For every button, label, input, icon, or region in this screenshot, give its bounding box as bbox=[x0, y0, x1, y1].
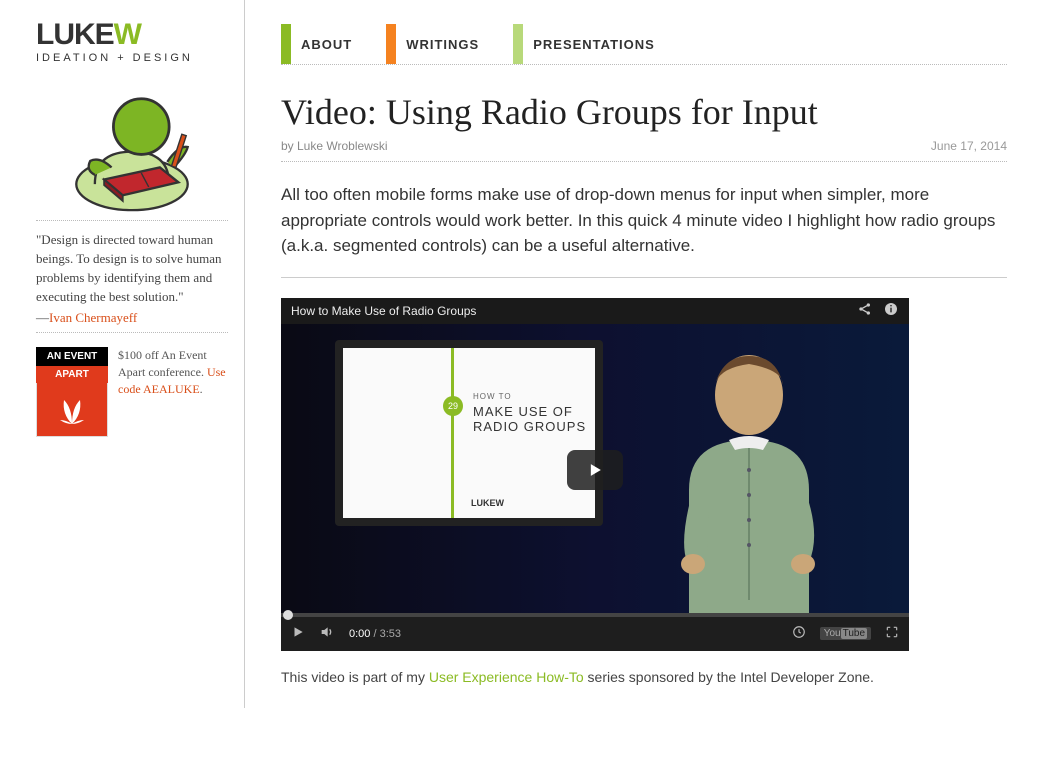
play-icon[interactable] bbox=[291, 625, 305, 642]
quote-author-link[interactable]: Ivan Chermayeff bbox=[49, 310, 137, 325]
volume-icon[interactable] bbox=[319, 624, 335, 643]
nav-bar-icon bbox=[386, 24, 396, 64]
page-title: Video: Using Radio Groups for Input bbox=[281, 91, 1007, 133]
progress-bar[interactable] bbox=[281, 613, 909, 617]
play-button[interactable] bbox=[567, 450, 623, 490]
video-controls: 0:00 / 3:53 YouTube bbox=[281, 617, 909, 651]
promo-badge[interactable]: AN EVENT APART bbox=[36, 347, 108, 437]
logo-tagline: IDEATION + DESIGN bbox=[36, 52, 228, 64]
mascot-illustration bbox=[36, 82, 228, 212]
promo-text: $100 off An Event Apart conference. Use … bbox=[118, 347, 228, 437]
video-caption: This video is part of my User Experience… bbox=[281, 667, 1007, 688]
presenter-figure bbox=[649, 340, 849, 617]
divider bbox=[36, 332, 228, 333]
nav-writings[interactable]: WRITINGS bbox=[386, 24, 479, 64]
logo-brand: LUKE bbox=[36, 18, 114, 51]
video-player: How to Make Use of Radio Groups 29 HOW T… bbox=[281, 298, 909, 651]
sidebar-quote: "Design is directed toward human beings.… bbox=[36, 231, 228, 306]
caption-link[interactable]: User Experience How-To bbox=[429, 669, 584, 685]
nav-about[interactable]: ABOUT bbox=[281, 24, 352, 64]
main-nav: ABOUT WRITINGS PRESENTATIONS bbox=[281, 24, 1007, 65]
quote-attribution: —Ivan Chermayeff bbox=[36, 310, 228, 326]
divider bbox=[36, 220, 228, 221]
logo-brand-w: W bbox=[114, 18, 141, 51]
fullscreen-icon[interactable] bbox=[885, 625, 899, 642]
watch-later-icon[interactable] bbox=[792, 625, 806, 642]
progress-knob[interactable] bbox=[283, 610, 293, 620]
byline: by Luke Wroblewski bbox=[281, 139, 388, 153]
video-stage[interactable]: 29 HOW TO MAKE USE OF RADIO GROUPS LUKEW bbox=[281, 324, 909, 617]
article-date: June 17, 2014 bbox=[931, 139, 1007, 153]
leaf-icon bbox=[36, 383, 108, 437]
nav-presentations[interactable]: PRESENTATIONS bbox=[513, 24, 655, 64]
nav-bar-icon bbox=[281, 24, 291, 64]
video-titlebar: How to Make Use of Radio Groups bbox=[281, 298, 909, 324]
byline-row: by Luke Wroblewski June 17, 2014 bbox=[281, 139, 1007, 162]
nav-bar-icon bbox=[513, 24, 523, 64]
video-title: How to Make Use of Radio Groups bbox=[291, 304, 476, 318]
site-logo[interactable]: LUKEW IDEATION + DESIGN bbox=[36, 20, 228, 64]
share-icon[interactable] bbox=[857, 301, 873, 320]
article-intro: All too often mobile forms make use of d… bbox=[281, 182, 1007, 259]
youtube-logo[interactable]: YouTube bbox=[820, 627, 871, 640]
promo-block: AN EVENT APART $100 off An Event Apart c… bbox=[36, 347, 228, 437]
divider bbox=[281, 277, 1007, 278]
slide-screen: 29 HOW TO MAKE USE OF RADIO GROUPS LUKEW bbox=[335, 340, 603, 526]
info-icon[interactable] bbox=[883, 301, 899, 320]
time-display: 0:00 / 3:53 bbox=[349, 628, 401, 640]
